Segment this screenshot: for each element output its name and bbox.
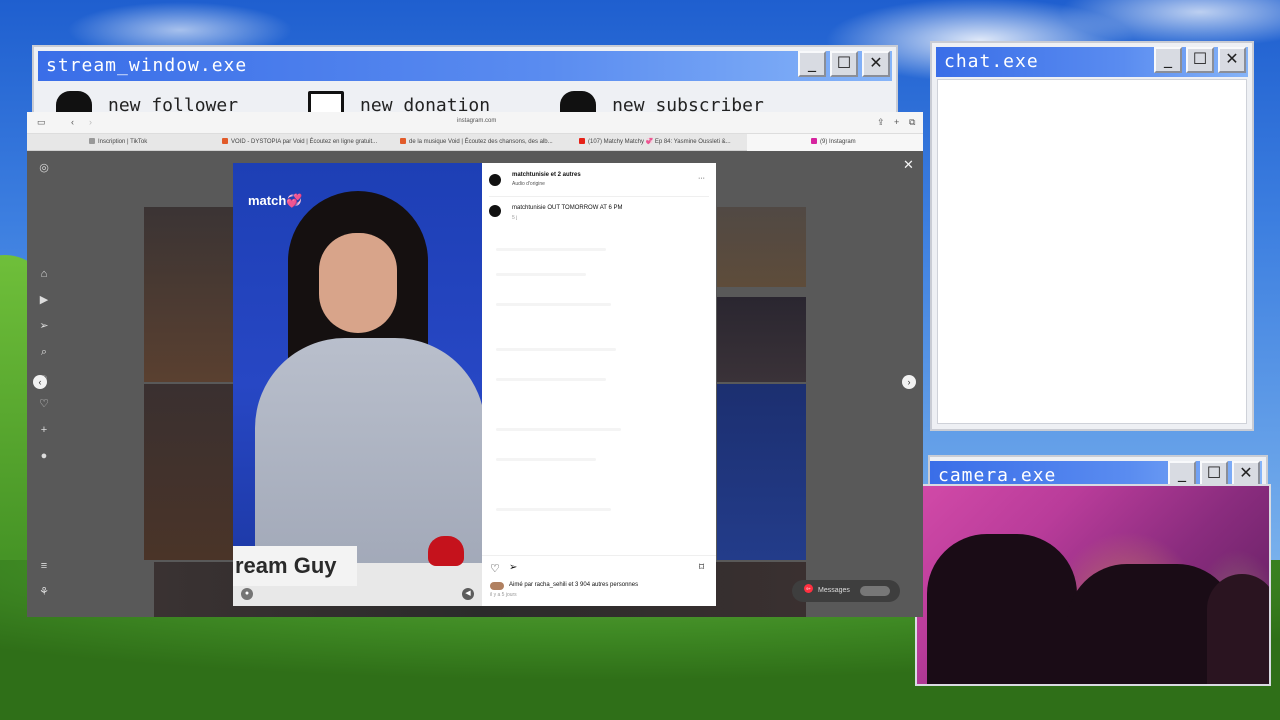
caption-avatar[interactable] bbox=[489, 205, 501, 217]
comment-placeholder bbox=[496, 508, 611, 511]
video-subject-face bbox=[319, 233, 397, 333]
address-bar[interactable]: instagram.com bbox=[457, 118, 496, 124]
chat-window: chat.exe _ ☐ ✕ bbox=[930, 41, 1254, 431]
messages-label: Messages bbox=[818, 587, 850, 594]
close-button[interactable]: ✕ bbox=[1218, 47, 1246, 73]
reel-video[interactable]: match💞 ream Guy ● ◀ bbox=[233, 163, 482, 606]
grid-tile[interactable] bbox=[144, 384, 233, 560]
caption-user[interactable]: matchtunisie bbox=[512, 205, 546, 211]
create-icon[interactable]: + bbox=[38, 424, 50, 436]
tabs-overview-icon[interactable]: ⧉ bbox=[909, 117, 915, 127]
tab-label: (9) Instagram bbox=[820, 139, 856, 145]
prev-arrow-icon[interactable]: ‹ bbox=[33, 375, 47, 389]
tab-label: Inscription | TikTok bbox=[98, 139, 148, 145]
tab-youtube[interactable]: (107) Matchy Matchy 💞 Ep 84: Yasmine Ous… bbox=[579, 134, 749, 151]
camera-window-title: camera.exe bbox=[938, 465, 1057, 486]
tab-void-dystopia[interactable]: VOID - DYSTOPIA par Void | Écoutez en li… bbox=[222, 134, 392, 151]
minimize-button[interactable]: _ bbox=[1154, 47, 1182, 73]
post-panel: matchtunisie et 2 autres Audio d'origine… bbox=[482, 163, 716, 606]
close-button[interactable]: ✕ bbox=[862, 51, 890, 77]
streamer-left bbox=[927, 534, 1077, 684]
tab-void-music[interactable]: de la musique Void | Écoutez des chanson… bbox=[400, 134, 570, 151]
chat-body bbox=[937, 79, 1247, 424]
caption-age: 5 j bbox=[512, 215, 518, 221]
new-tab-icon[interactable]: + bbox=[894, 117, 899, 127]
youtube-icon bbox=[579, 138, 585, 144]
home-icon[interactable]: ⌂ bbox=[38, 268, 50, 280]
comment-placeholder bbox=[496, 378, 606, 381]
stream-window-controls: _ ☐ ✕ bbox=[798, 51, 890, 77]
sidebar-icon[interactable]: ▭ bbox=[37, 117, 46, 127]
streamer-back bbox=[1207, 574, 1269, 684]
reels-icon[interactable]: ▶ bbox=[38, 294, 50, 306]
divider bbox=[489, 196, 709, 197]
tab-label: de la musique Void | Écoutez des chanson… bbox=[409, 139, 553, 145]
close-icon[interactable]: ✕ bbox=[903, 157, 914, 173]
browser-window: ▭ ‹ › instagram.com ⇪ + ⧉ Inscription | … bbox=[27, 112, 923, 617]
posted-ago: il y a 5 jours bbox=[490, 592, 517, 598]
liked-by[interactable]: Aimé par racha_sehili et 3 904 autres pe… bbox=[509, 582, 638, 588]
browser-toolbar: ▭ ‹ › instagram.com ⇪ + ⧉ bbox=[27, 112, 923, 134]
minimize-button[interactable]: _ bbox=[798, 51, 826, 77]
message-avatars bbox=[860, 586, 890, 596]
forward-icon[interactable]: › bbox=[89, 117, 92, 127]
instagram-icon bbox=[811, 138, 817, 144]
comment-placeholder bbox=[496, 248, 606, 251]
match-logo: match💞 bbox=[248, 193, 303, 208]
chat-window-controls: _ ☐ ✕ bbox=[1154, 47, 1246, 73]
profile-avatar-icon[interactable]: ● bbox=[38, 450, 50, 462]
share-icon[interactable]: ⇪ bbox=[877, 117, 885, 127]
caption-text: OUT TOMORROW AT 6 PM bbox=[547, 205, 623, 211]
grid-tile[interactable] bbox=[717, 384, 806, 560]
heart-icon[interactable]: ♡ bbox=[38, 398, 50, 410]
browser-tabs: Inscription | TikTok VOID - DYSTOPIA par… bbox=[27, 134, 923, 151]
maximize-button[interactable]: ☐ bbox=[830, 51, 858, 77]
lower-third: ream Guy bbox=[233, 546, 357, 586]
like-icon[interactable]: ♡ bbox=[490, 562, 500, 575]
stream-window: stream_window.exe _ ☐ ✕ new follower new… bbox=[32, 45, 898, 120]
chat-window-title: chat.exe bbox=[944, 51, 1039, 72]
stream-window-title: stream_window.exe bbox=[46, 55, 248, 76]
liker-avatars bbox=[490, 582, 504, 590]
caption: matchtunisie OUT TOMORROW AT 6 PM bbox=[512, 205, 622, 211]
messages-badge: 9+ bbox=[804, 584, 813, 593]
divider bbox=[482, 555, 716, 556]
tagged-user-icon[interactable]: ● bbox=[241, 588, 253, 600]
grid-tile[interactable] bbox=[717, 297, 806, 382]
more-icon[interactable]: ··· bbox=[698, 175, 705, 182]
tab-label: (107) Matchy Matchy 💞 Ep 84: Yasmine Ous… bbox=[588, 139, 731, 145]
menu-icon[interactable]: ≡ bbox=[38, 560, 50, 572]
messages-button[interactable]: 9+ Messages bbox=[792, 580, 900, 602]
instagram-logo-icon[interactable]: ◎ bbox=[38, 162, 50, 174]
maximize-button[interactable]: ☐ bbox=[1186, 47, 1214, 73]
back-icon[interactable]: ‹ bbox=[71, 117, 74, 127]
music-icon bbox=[222, 138, 228, 144]
post-author[interactable]: matchtunisie et 2 autres bbox=[512, 172, 581, 178]
music-icon bbox=[400, 138, 406, 144]
tab-tiktok[interactable]: Inscription | TikTok bbox=[89, 134, 219, 151]
tiktok-icon bbox=[89, 138, 95, 144]
comment-placeholder bbox=[496, 273, 586, 276]
next-arrow-icon[interactable]: › bbox=[902, 375, 916, 389]
tab-instagram[interactable]: (9) Instagram bbox=[747, 134, 923, 151]
stream-window-titlebar[interactable]: stream_window.exe bbox=[38, 51, 892, 81]
threads-icon[interactable]: ⚘ bbox=[38, 586, 50, 598]
webcam-feed bbox=[915, 484, 1271, 686]
video-cake bbox=[428, 536, 464, 566]
explore-icon[interactable]: ➢ bbox=[38, 320, 50, 332]
comment-placeholder bbox=[496, 348, 616, 351]
share-icon[interactable]: ➢ bbox=[509, 562, 517, 573]
comment-placeholder bbox=[496, 458, 596, 461]
grid-tile[interactable] bbox=[717, 207, 806, 287]
bookmark-icon[interactable]: ⌑ bbox=[699, 562, 704, 573]
comment-placeholder bbox=[496, 428, 621, 431]
post-audio[interactable]: Audio d'origine bbox=[512, 181, 545, 187]
mute-icon[interactable]: ◀ bbox=[462, 588, 474, 600]
comment-placeholder bbox=[496, 303, 611, 306]
tab-label: VOID - DYSTOPIA par Void | Écoutez en li… bbox=[231, 139, 378, 145]
grid-tile[interactable] bbox=[144, 207, 233, 382]
author-avatar[interactable] bbox=[489, 174, 501, 186]
search-icon[interactable]: ⌕ bbox=[38, 346, 50, 358]
